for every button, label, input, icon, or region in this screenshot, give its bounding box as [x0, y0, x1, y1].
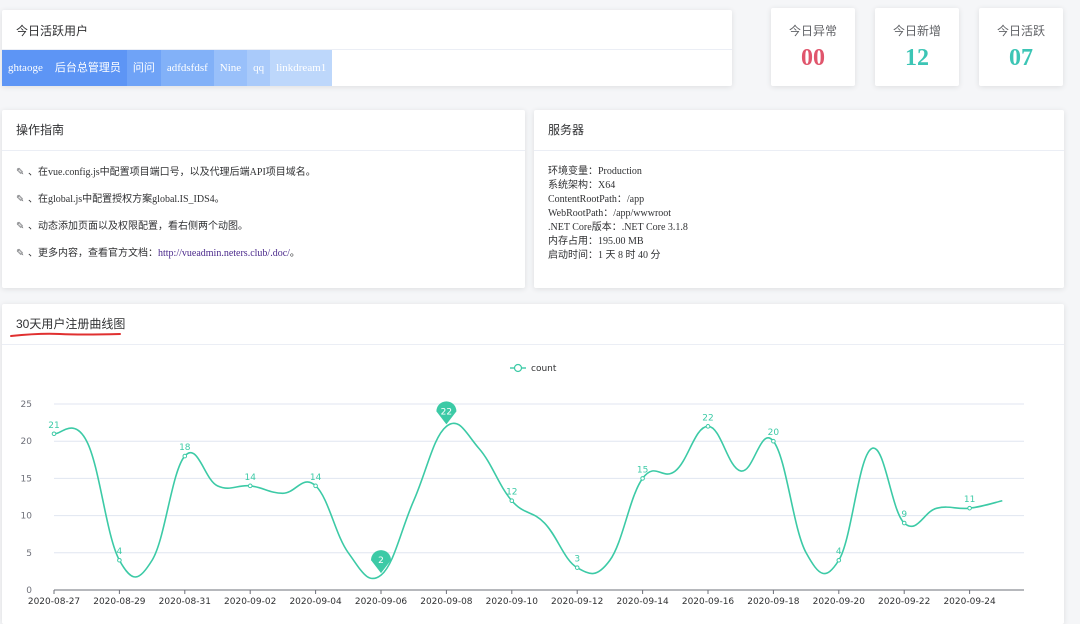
guide-item-text: 、在global.js中配置授权方案global.IS_IDS4。: [28, 194, 225, 205]
active-users-card: 今日活跃用户 ghtaoge 后台总管理员 问问 adfdsfdsf Nine qq lin…: [2, 10, 732, 86]
data-label: 4: [117, 547, 123, 557]
x-tick-label: 2020-09-02: [224, 597, 276, 607]
data-label: 14: [310, 473, 322, 483]
y-tick-label: 25: [21, 400, 32, 410]
data-point: [967, 505, 972, 511]
data-label: 3: [574, 555, 580, 565]
data-point: [901, 520, 907, 526]
guide-item: ✎ 、动态添加页面以及权限配置，看右侧两个动图。: [16, 213, 511, 240]
data-label: 12: [506, 488, 517, 498]
server-card: 服务器 环境变量：Production 系统架构：X64 ContentRoot…: [534, 110, 1064, 288]
data-point: [771, 438, 776, 444]
guide-more-text: 、更多内容，查看官方文档：: [28, 248, 158, 259]
series-line-count: [53, 422, 1003, 580]
stat-active-value: 07: [1009, 45, 1033, 71]
guide-item: ✎ 、在vue.config.js中配置项目端口号，以及代理后端API项目域名。: [16, 159, 511, 186]
data-label: 14: [244, 473, 256, 483]
user-tag: 后台总管理员: [48, 50, 127, 86]
x-tick-label: 2020-09-06: [355, 597, 408, 607]
registration-chart-card: 30天用户注册曲线图 0 5 10 15 20 25 2020-08-27 2020-08-2…: [2, 304, 1064, 624]
pencil-icon: ✎: [16, 221, 25, 232]
x-tick-label: 2020-09-14: [616, 597, 669, 607]
guide-item-text: 、在vue.config.js中配置项目端口号，以及代理后端API项目域名。: [28, 167, 316, 178]
y-tick-label: 15: [21, 474, 32, 484]
data-label: 22: [702, 413, 713, 423]
y-tick-label: 5: [26, 549, 32, 559]
x-tick-label: 2020-09-16: [682, 597, 735, 607]
server-title: 服务器: [534, 110, 1064, 151]
stat-abnormal-label: 今日异常: [788, 24, 837, 38]
stat-abnormal-value: 00: [801, 45, 825, 71]
user-tag: 问问: [126, 50, 161, 86]
server-web-root: WebRootPath：/app/wwwroot: [548, 208, 672, 219]
x-tick-label: 2020-09-12: [551, 597, 603, 607]
y-tick-label: 10: [21, 512, 33, 522]
data-point: [182, 453, 188, 459]
server-arch: 系统架构：X64: [548, 180, 616, 191]
stat-active-card: 今日活跃 07: [979, 8, 1063, 86]
pencil-icon: ✎: [16, 248, 25, 259]
x-tick-label: 2020-08-31: [159, 597, 211, 607]
data-label: 18: [179, 443, 191, 453]
user-tag: qq: [247, 50, 271, 86]
stat-new-card: 今日新增 12: [875, 8, 959, 86]
x-tick-label: 2020-09-24: [943, 597, 996, 607]
stat-new-label: 今日新增: [892, 24, 941, 38]
guide-item: ✎ 、在global.js中配置授权方案global.IS_IDS4。: [16, 186, 511, 213]
server-uptime: 启动时间：1 天 8 时 40 分: [548, 250, 661, 261]
pencil-icon: ✎: [16, 167, 25, 178]
legend-label: count: [531, 364, 557, 374]
y-tick-label: 0: [26, 586, 32, 596]
guide-more-suffix: 。: [289, 248, 300, 259]
data-label: 20: [768, 428, 780, 438]
user-tag: adfdsfdsf: [160, 50, 214, 86]
docs-link[interactable]: http://vueadmin.neters.club/.doc/: [158, 248, 290, 259]
x-tick-label: 2020-09-10: [486, 597, 539, 607]
pencil-icon: ✎: [16, 194, 25, 205]
x-tick-label: 2020-08-29: [93, 597, 146, 607]
data-point: [574, 565, 580, 570]
data-point: [509, 498, 515, 504]
data-label: 4: [836, 547, 842, 557]
stat-abnormal-card: 今日异常 00: [771, 8, 855, 86]
data-point: [705, 424, 711, 429]
user-tag: linkdream1: [270, 50, 333, 86]
x-tick-label: 2020-09-18: [747, 597, 800, 607]
data-label: 11: [964, 495, 975, 505]
data-point: [117, 557, 122, 563]
server-dotnet-version: .NET Core版本：.NET Core 3.1.8: [548, 222, 688, 233]
data-label: 9: [901, 510, 907, 520]
data-label: 21: [48, 421, 59, 431]
user-tag: Nine: [213, 50, 248, 86]
data-point: [247, 483, 253, 489]
registration-line-chart: 0 5 10 15 20 25 2020-08-27 2020-08-29 2020-08-31…: [21, 363, 1024, 607]
stat-new-value: 12: [905, 45, 929, 71]
y-tick-label: 20: [21, 437, 33, 447]
x-tick-label: 2020-09-22: [878, 597, 930, 607]
data-label: 15: [637, 465, 648, 475]
guide-item: ✎ 、更多内容，查看官方文档：http://vueadmin.neters.clu…: [16, 240, 511, 267]
guide-title: 操作指南: [2, 110, 525, 151]
x-tick-label: 2020-09-20: [813, 597, 866, 607]
server-env: 环境变量：Production: [548, 166, 642, 177]
legend-marker: [513, 363, 523, 373]
x-tick-label: 2020-09-04: [289, 597, 342, 607]
server-memory: 内存占用：195.00 MB: [548, 236, 644, 247]
stat-active-label: 今日活跃: [996, 24, 1045, 38]
guide-card: 操作指南 ✎ 、在vue.config.js中配置项目端口号，以及代理后端API项…: [2, 110, 525, 288]
x-tick-label: 2020-09-08: [420, 597, 473, 607]
active-users-title: 今日活跃用户: [2, 10, 732, 50]
x-tick-label: 2020-08-27: [28, 597, 80, 607]
data-point: [51, 431, 57, 437]
guide-item-text: 、动态添加页面以及权限配置，看右侧两个动图。: [28, 221, 248, 232]
data-point: [836, 557, 842, 563]
data-point: [640, 476, 645, 481]
min-marker-label: 2: [378, 556, 384, 566]
max-marker-label: 22: [441, 407, 452, 417]
user-tag: ghtaoge: [2, 50, 49, 86]
data-point: [313, 483, 318, 489]
active-users-tags: ghtaoge 后台总管理员 问问 adfdsfdsf Nine qq linkdream1: [2, 50, 732, 86]
server-content-root: ContentRootPath：/app: [548, 194, 645, 205]
